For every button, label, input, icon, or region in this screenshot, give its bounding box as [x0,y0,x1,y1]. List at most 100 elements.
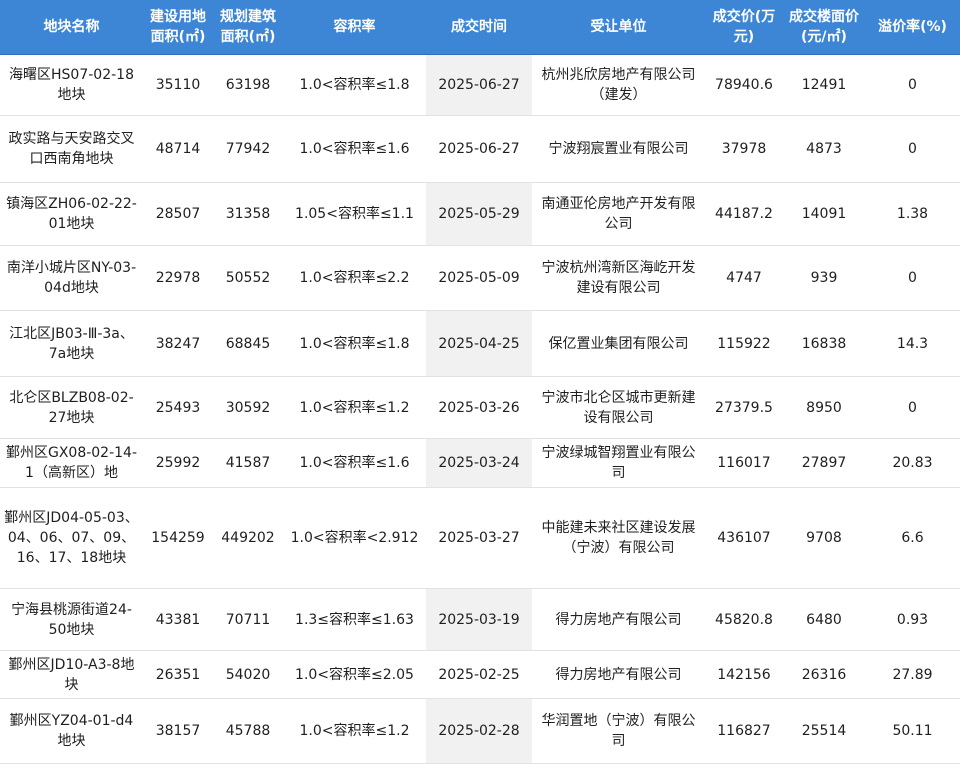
cell-plot-name: 南洋小城片区NY-03-04d地块 [0,245,143,311]
cell-land-area: 43381 [143,588,213,651]
header-row: 地块名称 建设用地面积(㎡) 规划建筑面积(㎡) 容积率 成交时间 受让单位 成… [0,0,960,55]
cell-date: 2025-05-09 [426,245,532,311]
cell-far: 1.0<容积率≤1.8 [283,54,426,116]
cell-price: 436107 [705,487,783,589]
header-price: 成交价(万元) [705,0,783,55]
cell-build-area: 70711 [213,588,283,651]
cell-plot-name: 北仑区BLZB08-02-27地块 [0,376,143,439]
cell-premium: 27.89 [865,650,960,699]
cell-land-area: 25992 [143,438,213,488]
cell-date: 2025-06-27 [426,54,532,116]
cell-floor-price: 25514 [783,698,865,764]
cell-price: 37978 [705,115,783,183]
cell-plot-name: 鄞州区JD04-05-03、04、06、07、09、16、17、18地块 [0,487,143,589]
table-body: 海曙区HS07-02-18地块 35110 63198 1.0<容积率≤1.8 2025… [0,54,960,764]
cell-build-area: 54020 [213,650,283,699]
table-row: 鄞州区JD10-A3-8地块 26351 54020 1.0<容积率≤2.05 2025… [0,650,960,699]
cell-price: 78940.6 [705,54,783,116]
cell-plot-name: 镇海区ZH06-02-22-01地块 [0,182,143,246]
cell-far: 1.0<容积率≤1.2 [283,698,426,764]
cell-floor-price: 14091 [783,182,865,246]
cell-floor-price: 6480 [783,588,865,651]
cell-date: 2025-03-27 [426,487,532,589]
cell-premium: 0 [865,115,960,183]
cell-far: 1.05<容积率≤1.1 [283,182,426,246]
cell-premium: 0.93 [865,588,960,651]
cell-price: 115922 [705,310,783,377]
cell-premium: 6.6 [865,487,960,589]
cell-buyer: 得力房地产有限公司 [532,650,705,699]
cell-buyer: 杭州兆欣房地产有限公司（建发） [532,54,705,116]
cell-land-area: 35110 [143,54,213,116]
table-row: 宁海县桃源街道24-50地块 43381 70711 1.3≤容积率≤1.63 2025… [0,588,960,651]
cell-plot-name: 鄞州区GX08-02-14-1（高新区）地 [0,438,143,488]
cell-build-area: 50552 [213,245,283,311]
cell-land-area: 48714 [143,115,213,183]
cell-buyer: 保亿置业集团有限公司 [532,310,705,377]
cell-plot-name: 鄞州区YZ04-01-d4地块 [0,698,143,764]
table-row: 鄞州区GX08-02-14-1（高新区）地 25992 41587 1.0<容积率≤1… [0,438,960,488]
cell-far: 1.0<容积率<2.912 [283,487,426,589]
cell-land-area: 22978 [143,245,213,311]
cell-land-area: 25493 [143,376,213,439]
cell-buyer: 得力房地产有限公司 [532,588,705,651]
cell-date: 2025-06-27 [426,115,532,183]
cell-far: 1.0<容积率≤1.2 [283,376,426,439]
cell-plot-name: 鄞州区JD10-A3-8地块 [0,650,143,699]
table-row: 鄞州区JD04-05-03、04、06、07、09、16、17、18地块 1542… [0,487,960,589]
cell-plot-name: 江北区JB03-Ⅲ-3a、7a地块 [0,310,143,377]
header-plot-name: 地块名称 [0,0,143,55]
header-premium: 溢价率(%) [865,0,960,55]
cell-land-area: 26351 [143,650,213,699]
cell-premium: 50.11 [865,698,960,764]
cell-far: 1.3≤容积率≤1.63 [283,588,426,651]
cell-buyer: 中能建未来社区建设发展（宁波）有限公司 [532,487,705,589]
cell-build-area: 77942 [213,115,283,183]
cell-buyer: 宁波市北仑区城市更新建设有限公司 [532,376,705,439]
cell-date: 2025-03-19 [426,588,532,651]
cell-date: 2025-03-24 [426,438,532,488]
cell-floor-price: 939 [783,245,865,311]
cell-premium: 0 [865,245,960,311]
cell-build-area: 45788 [213,698,283,764]
cell-premium: 0 [865,54,960,116]
cell-build-area: 31358 [213,182,283,246]
cell-plot-name: 海曙区HS07-02-18地块 [0,54,143,116]
cell-land-area: 154259 [143,487,213,589]
cell-premium: 1.38 [865,182,960,246]
cell-far: 1.0<容积率≤1.8 [283,310,426,377]
header-far: 容积率 [283,0,426,55]
cell-date: 2025-02-25 [426,650,532,699]
header-land-area: 建设用地面积(㎡) [143,0,213,55]
cell-premium: 0 [865,376,960,439]
cell-premium: 14.3 [865,310,960,377]
cell-plot-name: 政实路与天安路交叉口西南角地块 [0,115,143,183]
cell-floor-price: 27897 [783,438,865,488]
cell-floor-price: 4873 [783,115,865,183]
cell-date: 2025-03-26 [426,376,532,439]
cell-land-area: 28507 [143,182,213,246]
cell-build-area: 63198 [213,54,283,116]
cell-floor-price: 16838 [783,310,865,377]
cell-floor-price: 26316 [783,650,865,699]
cell-date: 2025-05-29 [426,182,532,246]
table-row: 江北区JB03-Ⅲ-3a、7a地块 38247 68845 1.0<容积率≤1.8 20… [0,310,960,377]
cell-far: 1.0<容积率≤2.2 [283,245,426,311]
cell-build-area: 41587 [213,438,283,488]
cell-floor-price: 8950 [783,376,865,439]
header-date: 成交时间 [426,0,532,55]
cell-far: 1.0<容积率≤2.05 [283,650,426,699]
cell-build-area: 449202 [213,487,283,589]
cell-buyer: 华润置地（宁波）有限公司 [532,698,705,764]
cell-build-area: 68845 [213,310,283,377]
header-buyer: 受让单位 [532,0,705,55]
table-row: 北仑区BLZB08-02-27地块 25493 30592 1.0<容积率≤1.2 20… [0,376,960,439]
cell-price: 45820.8 [705,588,783,651]
cell-floor-price: 9708 [783,487,865,589]
cell-floor-price: 12491 [783,54,865,116]
table-row: 镇海区ZH06-02-22-01地块 28507 31358 1.05<容积率≤1.1… [0,182,960,246]
cell-price: 27379.5 [705,376,783,439]
cell-far: 1.0<容积率≤1.6 [283,438,426,488]
cell-build-area: 30592 [213,376,283,439]
land-transaction-table: 地块名称 建设用地面积(㎡) 规划建筑面积(㎡) 容积率 成交时间 受让单位 成… [0,0,960,764]
